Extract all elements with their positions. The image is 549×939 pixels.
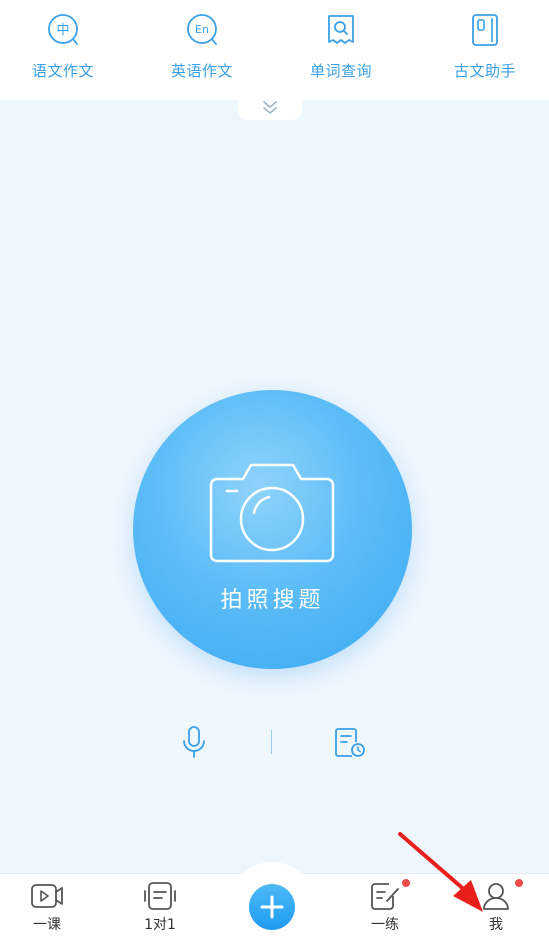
tab-label: 1对1 — [144, 917, 176, 933]
history-document-icon — [335, 728, 365, 757]
camera-icon — [209, 463, 335, 563]
svg-text:中: 中 — [56, 23, 69, 38]
chevron-double-down-icon — [263, 101, 277, 114]
divider — [271, 730, 272, 754]
tab-label: 一课 — [33, 917, 61, 933]
voice-search-button[interactable] — [178, 724, 210, 760]
video-lesson-icon — [31, 884, 63, 908]
english-essay-icon: En — [187, 14, 217, 45]
tool-label: 单词查询 — [309, 62, 372, 80]
tab-one-on-one[interactable]: 1对1 — [125, 880, 195, 936]
word-lookup-icon — [328, 15, 354, 44]
create-plus-button[interactable] — [249, 884, 295, 930]
search-history-button[interactable] — [332, 726, 368, 760]
tool-chinese-essay[interactable]: 中 语文作文 — [8, 10, 118, 90]
chinese-essay-icon: 中 — [48, 14, 78, 45]
tool-label: 古文助手 — [453, 62, 516, 80]
microphone-icon — [183, 726, 205, 758]
classical-chinese-icon — [472, 14, 498, 46]
profile-notification-dot — [515, 879, 523, 887]
tool-english-essay[interactable]: En 英语作文 — [147, 10, 257, 90]
svg-text:En: En — [195, 23, 209, 36]
photo-search-button[interactable]: 拍照搜题 — [133, 390, 412, 669]
expand-tools-tab[interactable] — [238, 98, 302, 120]
tutor-board-icon — [144, 882, 176, 910]
tool-word-lookup[interactable]: 单词查询 — [286, 10, 396, 90]
annotation-arrow-icon — [398, 832, 483, 912]
tab-lesson[interactable]: 一课 — [12, 880, 82, 936]
tool-bar: 中 语文作文 En 英语作文 单词查询 古文助手 — [0, 0, 549, 100]
tool-classical-chinese[interactable]: 古文助手 — [430, 10, 540, 90]
tool-label: 英语作文 — [170, 62, 233, 80]
photo-search-label: 拍照搜题 — [220, 588, 325, 613]
plus-icon — [260, 895, 284, 919]
tool-label: 语文作文 — [31, 62, 94, 80]
